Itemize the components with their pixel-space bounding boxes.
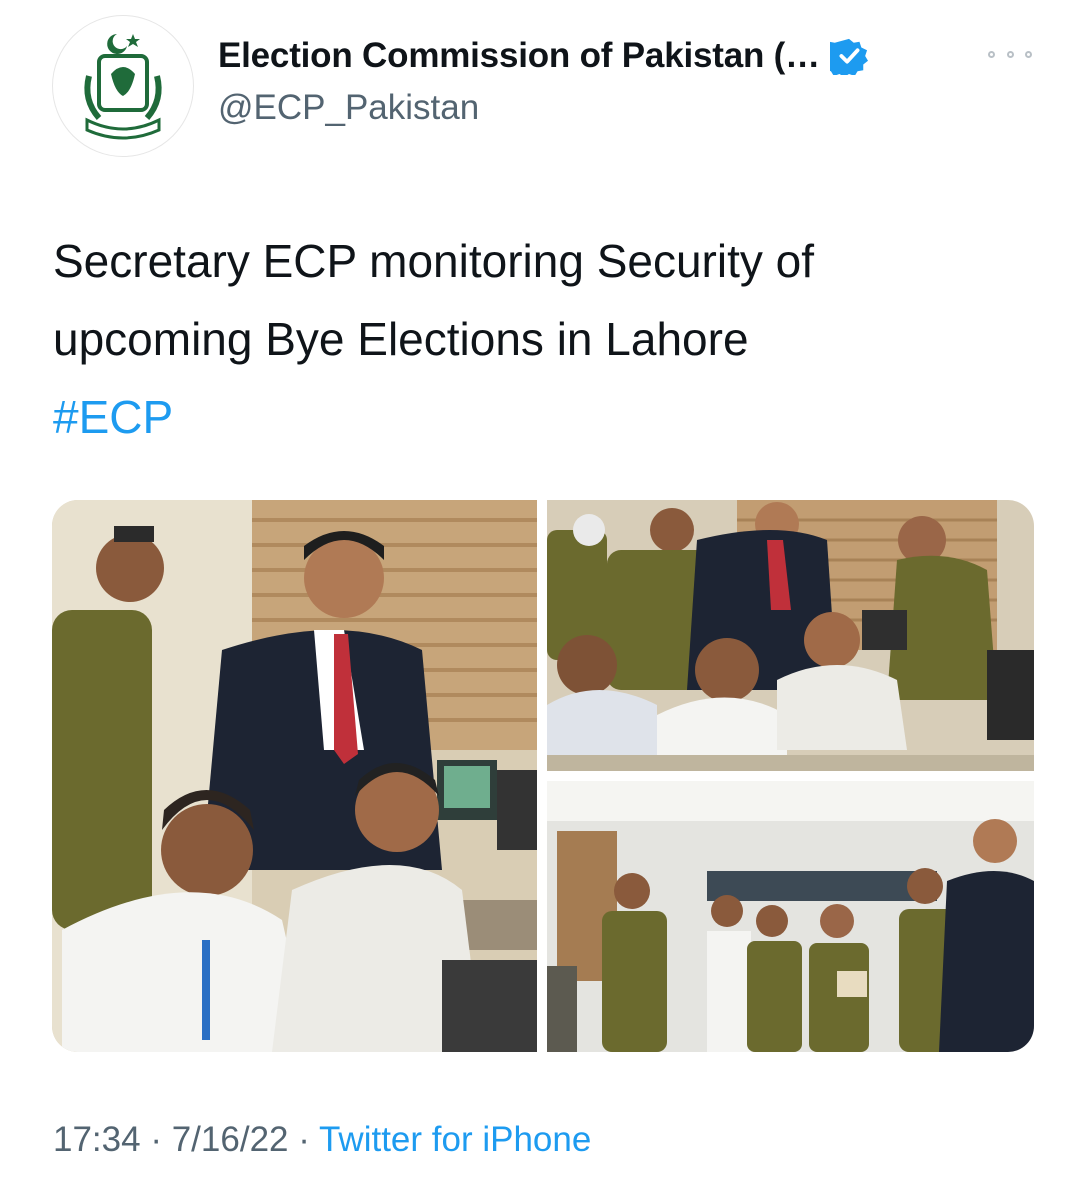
more-options-icon[interactable] [988, 44, 1032, 64]
author-name-row[interactable]: Election Commission of Pakistan (… [218, 36, 868, 76]
meta-separator: · [150, 1120, 162, 1159]
tweet-text-line-2: upcoming Bye Elections in Lahore [53, 313, 749, 365]
media-grid [52, 500, 1034, 1052]
tweet-date[interactable]: 7/16/22 [172, 1120, 289, 1159]
author-handle[interactable]: @ECP_Pakistan [218, 88, 479, 128]
photo-control-room-briefing[interactable] [547, 781, 1034, 1052]
tweet-time[interactable]: 17:34 [53, 1120, 141, 1159]
meta-separator: · [298, 1120, 310, 1159]
hashtag-link[interactable]: #ECP [53, 378, 1043, 456]
verified-badge-icon [829, 38, 868, 75]
ecp-emblem-logo [84, 34, 162, 140]
tweet-text: Secretary ECP monitoring Security of upc… [53, 222, 1043, 456]
photo-police-officer-at-computer[interactable] [547, 500, 1034, 771]
author-name[interactable]: Election Commission of Pakistan (… [218, 36, 820, 76]
tweet-text-line-1: Secretary ECP monitoring Security of [53, 235, 815, 287]
avatar[interactable] [52, 15, 194, 157]
tweet-source-link[interactable]: Twitter for iPhone [319, 1120, 591, 1159]
photo-officials-at-monitoring-desk[interactable] [52, 500, 537, 1052]
tweet-meta: 17:34 · 7/16/22 · Twitter for iPhone [53, 1120, 591, 1160]
